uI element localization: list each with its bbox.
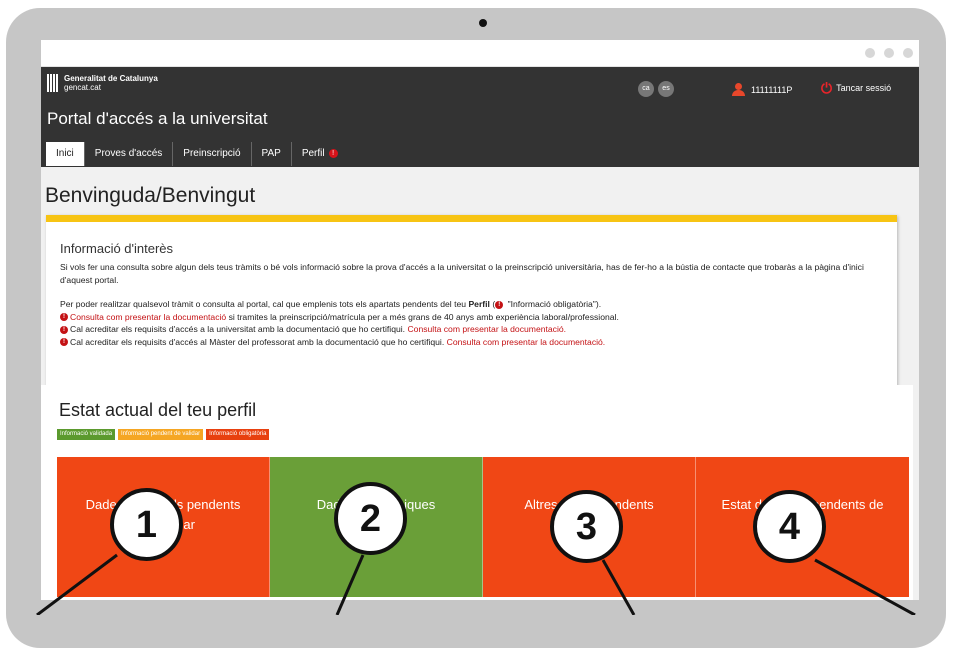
callout-line bbox=[814, 558, 916, 615]
callout-number: 3 bbox=[550, 490, 623, 563]
callout-line bbox=[335, 554, 365, 615]
callout-line bbox=[601, 559, 636, 615]
callout-number: 1 bbox=[110, 488, 183, 561]
callout-line bbox=[36, 553, 118, 615]
callout-number: 4 bbox=[753, 490, 826, 563]
callout-number: 2 bbox=[334, 482, 407, 555]
